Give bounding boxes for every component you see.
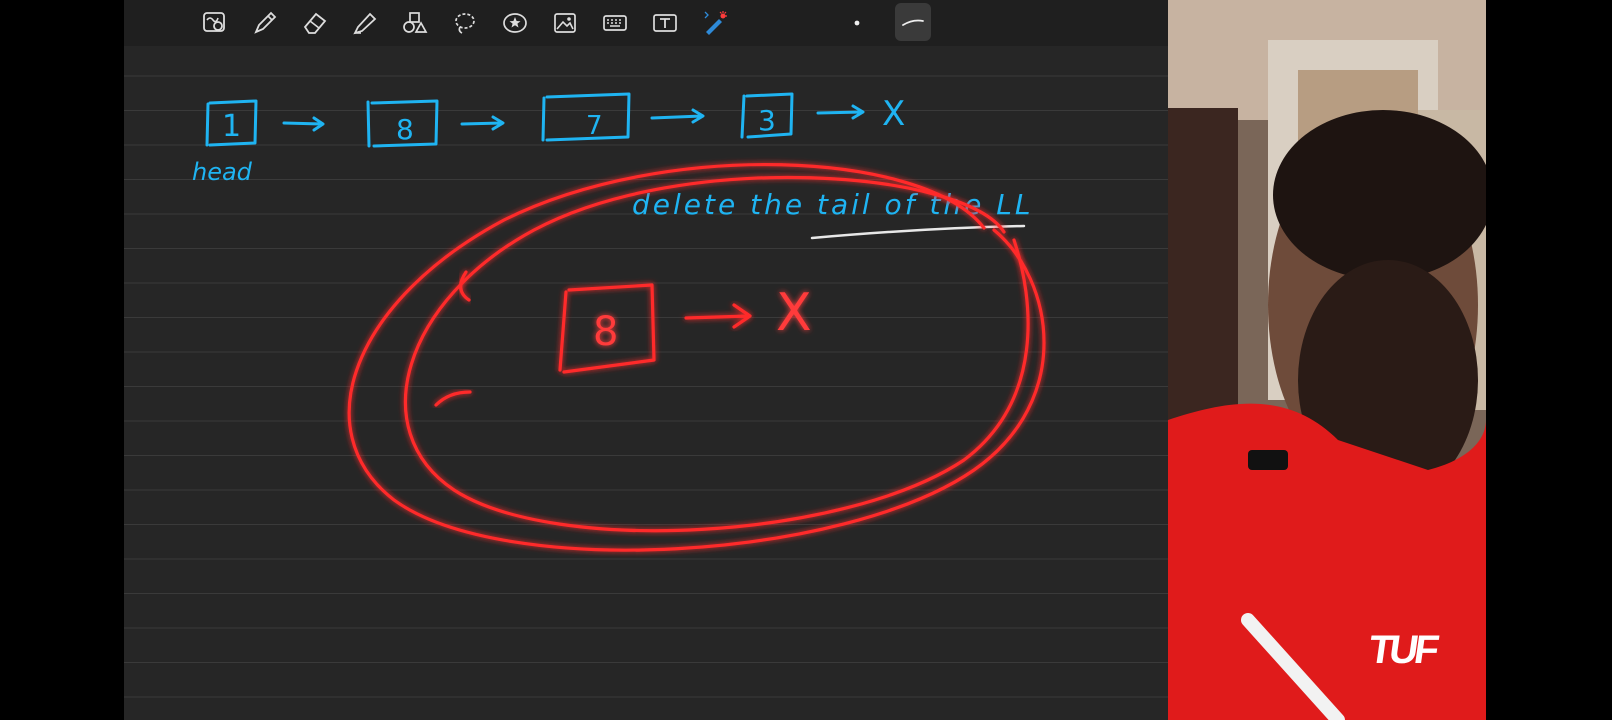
head-label: head bbox=[192, 158, 253, 186]
list-node-4-value: 3 bbox=[758, 104, 776, 137]
circled-node-value: 8 bbox=[593, 309, 618, 355]
arrow-2 bbox=[460, 115, 505, 131]
presenter-video bbox=[1168, 0, 1486, 720]
channel-logo: TUF bbox=[1365, 628, 1438, 672]
webcam-overlay bbox=[1168, 0, 1486, 720]
arrow-3 bbox=[650, 108, 705, 124]
list-end-null: X bbox=[882, 94, 905, 134]
red-circle-annotation bbox=[347, 163, 1046, 552]
list-node-2: 8 bbox=[366, 99, 439, 148]
handwriting-layer: 1 8 7 3 X head delete the tail of the LL bbox=[192, 92, 1046, 552]
list-node-3-value: 7 bbox=[586, 111, 603, 141]
circled-end-null: X bbox=[776, 283, 812, 343]
heading-underline bbox=[810, 224, 1026, 240]
list-node-1: 1 bbox=[205, 99, 258, 147]
arrow-4 bbox=[816, 104, 865, 120]
list-node-4: 3 bbox=[740, 92, 794, 139]
circled-arrow bbox=[684, 303, 752, 329]
circled-node: 8 bbox=[558, 283, 656, 374]
list-node-2-value: 8 bbox=[396, 113, 414, 146]
arrow-1 bbox=[282, 116, 325, 132]
notes-app: 1 8 7 3 X head delete the tail of the LL bbox=[124, 0, 1168, 720]
list-node-3: 7 bbox=[541, 92, 631, 142]
list-node-1-value: 1 bbox=[222, 109, 241, 144]
